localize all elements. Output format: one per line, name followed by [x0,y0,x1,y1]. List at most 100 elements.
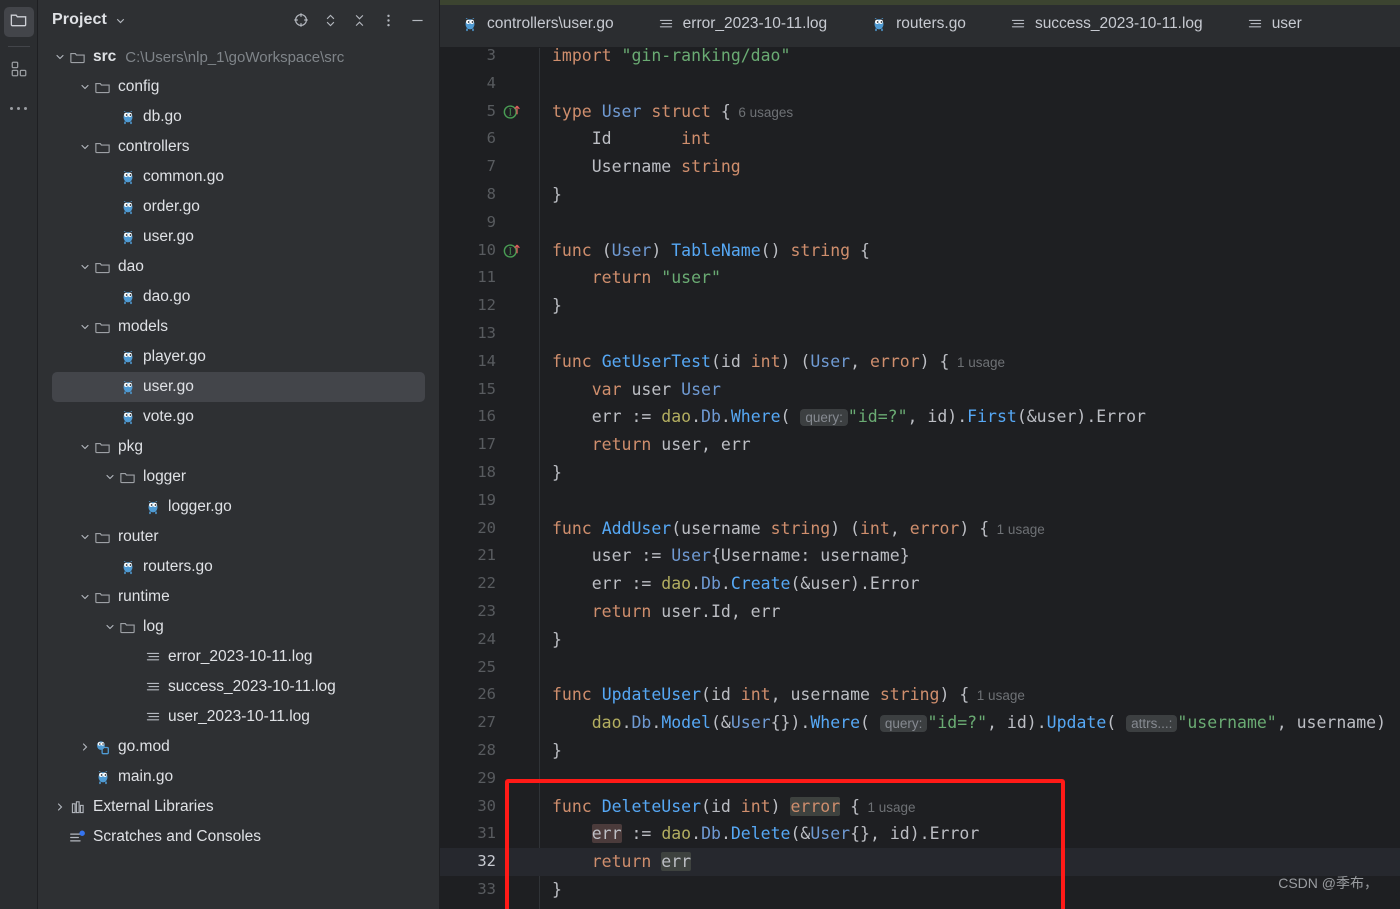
code-line: } [552,463,562,482]
implementation-marker-icon[interactable]: I [502,241,528,261]
tree-item-label: common.go [143,168,224,185]
chevron-down-icon[interactable] [114,14,127,27]
crosshair-icon[interactable] [289,8,313,32]
implementation-marker-icon[interactable]: I [502,102,528,122]
tree-item-path: C:\Users\nlp_1\goWorkspace\src [125,48,345,66]
tree-item[interactable]: controllers [38,132,439,162]
csdn-watermark: CSDN @季布， [1278,875,1378,891]
tree-item[interactable]: vote.go [38,402,439,432]
library-icon [68,799,87,815]
tree-item[interactable]: success_2023-10-11.log [38,672,439,702]
code-line: err := dao.Db.Create(&user).Error [552,574,920,594]
code-line: err := dao.Db.Where( query: "id=?", id).F… [552,407,1146,427]
editor-tab[interactable]: error_2023-10-11.log [636,0,849,47]
line-number: 5 [486,101,496,120]
tree-item-label: logger [143,468,187,485]
chevron-down-icon[interactable] [52,49,68,65]
tree-item[interactable]: models [38,312,439,342]
activity-item-more[interactable] [4,90,34,120]
more-vertical-icon[interactable] [376,8,400,32]
tree-item[interactable]: dao [38,252,439,282]
tree-item[interactable]: main.go [38,762,439,792]
chevron-down-icon[interactable] [77,139,93,155]
tree-item-label: db.go [143,108,182,125]
editor-tab[interactable]: routers.go [849,0,988,47]
editor-tab[interactable]: controllers\user.go [440,0,636,47]
code-line: return err [552,852,692,872]
folder-icon [118,469,137,486]
code-line: var user User [552,379,721,399]
chevron-updown-icon[interactable] [318,8,342,32]
tree-item[interactable]: go.mod [38,732,439,762]
editor-tabbar[interactable]: controllers\user.go error_2023-10-11.log… [440,0,1400,48]
line-number: 12 [477,296,496,315]
tree-item[interactable]: error_2023-10-11.log [38,642,439,672]
chevron-down-icon[interactable] [102,619,118,635]
line-number: 33 [477,880,496,898]
code-line: return user, err [552,435,751,455]
line-number: 18 [477,463,496,481]
line-number: 16 [477,407,496,426]
code-editor[interactable]: 345 I 6 7 8 9 10 I 11 12 13 14 15 16 17 18 19 20 21 22 2… [440,48,1400,909]
tree-item-label: user_2023-10-11.log [168,708,310,725]
tree-item[interactable]: order.go [38,192,439,222]
chevron-down-icon[interactable] [77,439,93,455]
tree-item-selected[interactable]: user.go [52,372,425,402]
tree-item[interactable]: db.go [38,102,439,132]
log-file-icon [1247,16,1263,32]
tree-item[interactable]: log [38,612,439,642]
tree-item[interactable]: common.go [38,162,439,192]
tree-item[interactable]: config [38,72,439,102]
tree-item-label: dao.go [143,288,191,305]
chevron-right-icon[interactable] [77,739,93,755]
usages-hint: 1 usage [949,354,1005,370]
chevron-right-icon[interactable] [52,799,68,815]
code-line: func DeleteUser(id int) error { 1 usage [552,796,916,816]
go-file-icon [93,769,112,785]
tree-item[interactable]: dao.go [38,282,439,312]
editor-tab[interactable]: user [1225,0,1324,47]
code-line: import "gin-ranking/dao" [552,48,791,65]
folder-icon [93,139,112,156]
blocks-icon [10,60,28,83]
editor-tab-label: controllers\user.go [487,14,614,32]
tree-item[interactable]: runtime [38,582,439,612]
chevron-down-icon[interactable] [77,259,93,275]
editor-gutter[interactable]: 345 I 6 7 8 9 10 I 11 12 13 14 15 16 17 18 19 20 21 22 2… [440,48,540,909]
tree-item-label: user.go [143,378,194,395]
tree-item[interactable]: router [38,522,439,552]
code-line: } [552,296,562,316]
tree-item[interactable]: External Libraries [38,792,439,822]
chevron-down-icon[interactable] [77,319,93,335]
tree-item[interactable]: logger [38,462,439,492]
tree-item[interactable]: logger.go [38,492,439,522]
activity-item-structure[interactable] [4,56,34,86]
go-file-icon [118,559,137,575]
activity-item-project[interactable] [3,7,34,37]
tree-item[interactable]: Scratches and Consoles [38,822,439,852]
go-mod-icon [93,739,112,756]
tree-item[interactable]: src C:\Users\nlp_1\goWorkspace\src [38,42,439,72]
line-number: 31 [477,824,496,843]
editor-tab-label: error_2023-10-11.log [682,14,828,32]
chevron-down-icon[interactable] [77,589,93,605]
line-number: 34 [440,904,496,909]
code-content[interactable]: import "gin-ranking/dao" type User struct… [540,48,1400,909]
tree-item[interactable]: user.go [38,222,439,252]
usages-hint: 1 usage [860,799,916,815]
tree-item[interactable]: pkg [38,432,439,462]
chevron-down-icon[interactable] [77,79,93,95]
tree-item-label: src [93,48,117,65]
go-file-icon [118,109,137,125]
chevron-down-icon[interactable] [77,529,93,545]
tree-item[interactable]: user_2023-10-11.log [38,702,439,732]
tree-item[interactable]: routers.go [38,552,439,582]
tree-item[interactable]: player.go [38,342,439,372]
code-line: } [552,629,562,649]
editor-tab[interactable]: success_2023-10-11.log [988,0,1225,47]
collapse-all-icon[interactable] [347,8,371,32]
chevron-down-icon[interactable] [102,469,118,485]
project-tree[interactable]: src C:\Users\nlp_1\goWorkspace\src config… [38,40,439,909]
minimize-icon[interactable] [405,8,429,32]
usages-hint: 1 usage [989,521,1045,537]
